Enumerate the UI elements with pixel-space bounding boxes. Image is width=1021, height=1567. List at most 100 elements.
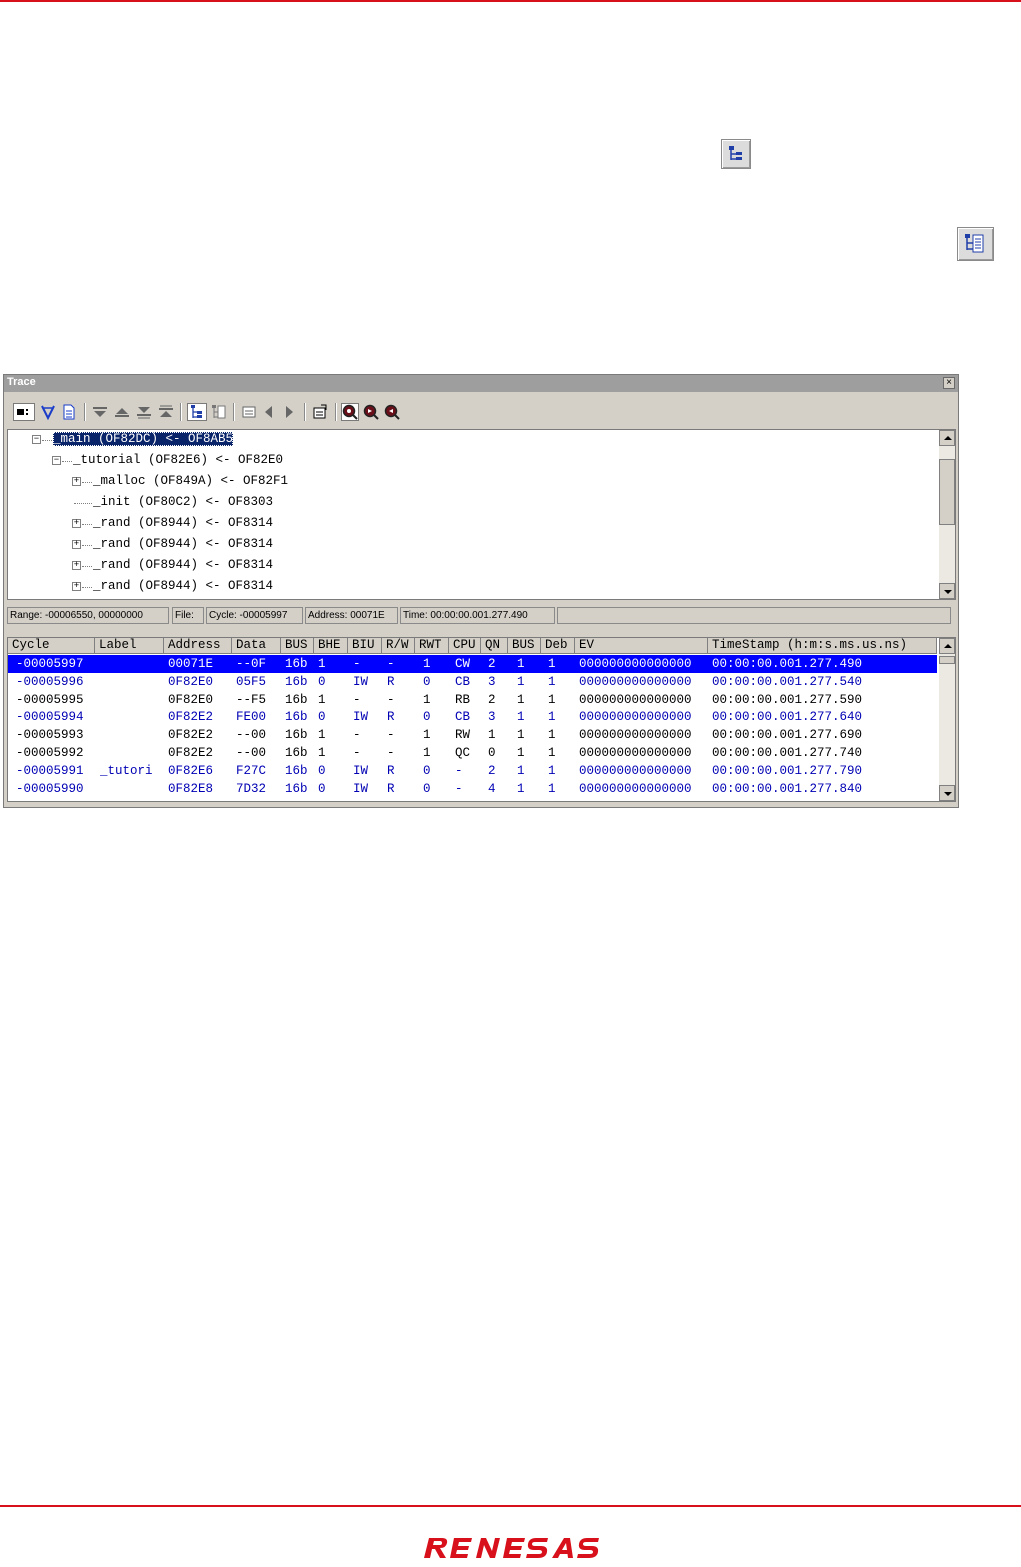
table-cell: 3: [488, 710, 496, 725]
table-cell: IW: [353, 674, 369, 689]
expand-icon[interactable]: +: [72, 519, 81, 528]
tree-node[interactable]: + _rand (OF8944) <- OF8314: [8, 537, 938, 554]
table-cell: IW: [353, 710, 369, 725]
column-header[interactable]: Data: [232, 638, 281, 654]
table-cell: 0F82E6: [168, 763, 214, 778]
tree-node[interactable]: _init (OF80C2) <- OF8303: [8, 495, 938, 512]
table-cell: 1: [517, 781, 525, 796]
properties-icon[interactable]: [311, 403, 329, 421]
next-icon[interactable]: [280, 403, 298, 421]
table-row[interactable]: -00005994 0F82E2 FE00 16b 0 IW R 0 CB 3 1 1 00000000…: [8, 708, 937, 726]
tree-node[interactable]: + _rand (OF8944) <- OF8314: [8, 516, 938, 533]
table-cell: 1: [423, 728, 431, 743]
display-mode-icon[interactable]: [13, 403, 35, 421]
column-header[interactable]: Address: [164, 638, 232, 654]
move-up-icon[interactable]: [113, 403, 131, 421]
top-rule: [0, 0, 1021, 2]
table-cell: 16b: [285, 728, 308, 743]
column-header[interactable]: BUS: [281, 638, 314, 654]
table-cell: --00: [236, 728, 267, 743]
table-cell: 0F82E2: [168, 710, 214, 725]
toolbar-separator: [335, 403, 337, 421]
table-cell: -00005991: [16, 763, 84, 778]
close-icon[interactable]: ×: [943, 377, 955, 389]
table-cell: 0: [423, 674, 431, 689]
scroll-thumb[interactable]: [939, 459, 955, 525]
table-cell: 0: [318, 674, 326, 689]
scroll-down-arrow-icon[interactable]: [939, 583, 955, 599]
table-cell: 1: [517, 763, 525, 778]
table-cell: 0F82E8: [168, 781, 214, 796]
move-down-icon[interactable]: [91, 403, 109, 421]
tree-node[interactable]: − _main (OF82DC) <- OF8AB5: [8, 432, 938, 449]
column-header[interactable]: EV: [575, 638, 708, 654]
column-header[interactable]: BHE: [314, 638, 348, 654]
table-cell: 1: [548, 692, 556, 707]
table-row[interactable]: -00005990 0F82E8 7D32 16b 0 IW R 0 - 4 1 1 000000000…: [8, 780, 937, 798]
column-header[interactable]: Deb: [541, 638, 575, 654]
status-empty: [557, 607, 951, 624]
tree-node-label[interactable]: _tutorial (OF82E6) <- OF82E0: [73, 453, 283, 467]
tree-node-label[interactable]: _main (OF82DC) <- OF8AB5: [53, 432, 234, 446]
grid-scrollbar[interactable]: [939, 638, 955, 801]
table-cell: R: [387, 781, 395, 796]
tree-node-label[interactable]: _rand (OF8944) <- OF8314: [93, 537, 273, 551]
table-cell: -: [353, 746, 361, 760]
table-cell: -: [387, 692, 395, 707]
table-row[interactable]: -00005997 00071E --0F 16b 1 - - 1 CW 2 1 1 000000000…: [8, 655, 937, 673]
search-backward-icon[interactable]: [383, 403, 401, 421]
table-row[interactable]: -00005991 _tutori 0F82E6 F27C 16b 0 IW R 0 - 2 1 1 00…: [8, 762, 937, 780]
table-row[interactable]: -00005995 0F82E0 --F5 16b 1 - - 1 RB 2 1 1 000000000…: [8, 691, 937, 709]
collapse-icon[interactable]: −: [52, 456, 61, 465]
source-view-icon[interactable]: [210, 403, 228, 421]
column-header[interactable]: RWT: [415, 638, 449, 654]
expand-icon[interactable]: +: [72, 561, 81, 570]
previous-icon[interactable]: [260, 403, 278, 421]
column-header[interactable]: CPU: [449, 638, 481, 654]
function-tree-icon[interactable]: [187, 403, 207, 421]
tree-node-label[interactable]: _rand (OF8944) <- OF8314: [93, 516, 273, 530]
table-cell: --F5: [236, 692, 267, 707]
column-header[interactable]: R/W: [382, 638, 415, 654]
scroll-up-arrow-icon[interactable]: [939, 430, 955, 446]
table-row[interactable]: -00005996 0F82E0 05F5 16b 0 IW R 0 CB 3 1 1 00000000…: [8, 673, 937, 691]
jump-icon[interactable]: [240, 403, 258, 421]
expand-icon[interactable]: +: [72, 540, 81, 549]
table-row[interactable]: -00005992 0F82E2 --00 16b 1 - - 1 QC 0 1 1 000000000…: [8, 744, 937, 762]
move-bottom-icon[interactable]: [135, 403, 153, 421]
expand-icon[interactable]: +: [72, 582, 81, 591]
tree-node[interactable]: − _tutorial (OF82E6) <- OF82E0: [8, 453, 938, 470]
column-header[interactable]: BIU: [348, 638, 382, 654]
tree-node-label[interactable]: _malloc (OF849A) <- OF82F1: [93, 474, 288, 488]
tree-node[interactable]: + _malloc (OF849A) <- OF82F1: [8, 474, 938, 491]
tree-node-label[interactable]: _rand (OF8944) <- OF8314: [93, 579, 273, 593]
search-forward-icon[interactable]: [362, 403, 380, 421]
column-header[interactable]: TimeStamp (h:m:s.ms.us.ns): [708, 638, 937, 654]
table-cell: 16b: [285, 746, 308, 760]
column-header[interactable]: QN: [481, 638, 508, 654]
tree-node[interactable]: + _rand (OF8944) <- OF8314: [8, 579, 938, 596]
scroll-up-arrow-icon[interactable]: [939, 638, 955, 654]
scroll-down-arrow-icon[interactable]: [939, 785, 955, 801]
table-cell: 16b: [285, 781, 308, 796]
search-icon[interactable]: [341, 403, 359, 421]
column-header[interactable]: Cycle: [8, 638, 95, 654]
table-cell: 1: [548, 710, 556, 725]
table-row[interactable]: -00005993 0F82E2 --00 16b 1 - - 1 RW 1 1 1 000000000…: [8, 726, 937, 744]
table-cell: 0: [318, 710, 326, 725]
collapse-icon[interactable]: −: [32, 435, 41, 444]
file-icon[interactable]: [60, 403, 78, 421]
table-cell: CB: [455, 710, 471, 725]
move-top-icon[interactable]: [157, 403, 175, 421]
expand-icon[interactable]: +: [72, 477, 81, 486]
filter-icon[interactable]: [39, 403, 57, 421]
tree-node[interactable]: + _rand (OF8944) <- OF8314: [8, 558, 938, 575]
tree-node-label[interactable]: _init (OF80C2) <- OF8303: [93, 495, 273, 509]
table-cell: -: [353, 692, 361, 707]
column-header[interactable]: Label: [95, 638, 164, 654]
scroll-thumb[interactable]: [939, 656, 955, 664]
column-header[interactable]: BUS: [508, 638, 541, 654]
table-cell: 16b: [285, 692, 308, 707]
tree-scrollbar[interactable]: [939, 430, 955, 599]
tree-node-label[interactable]: _rand (OF8944) <- OF8314: [93, 558, 273, 572]
